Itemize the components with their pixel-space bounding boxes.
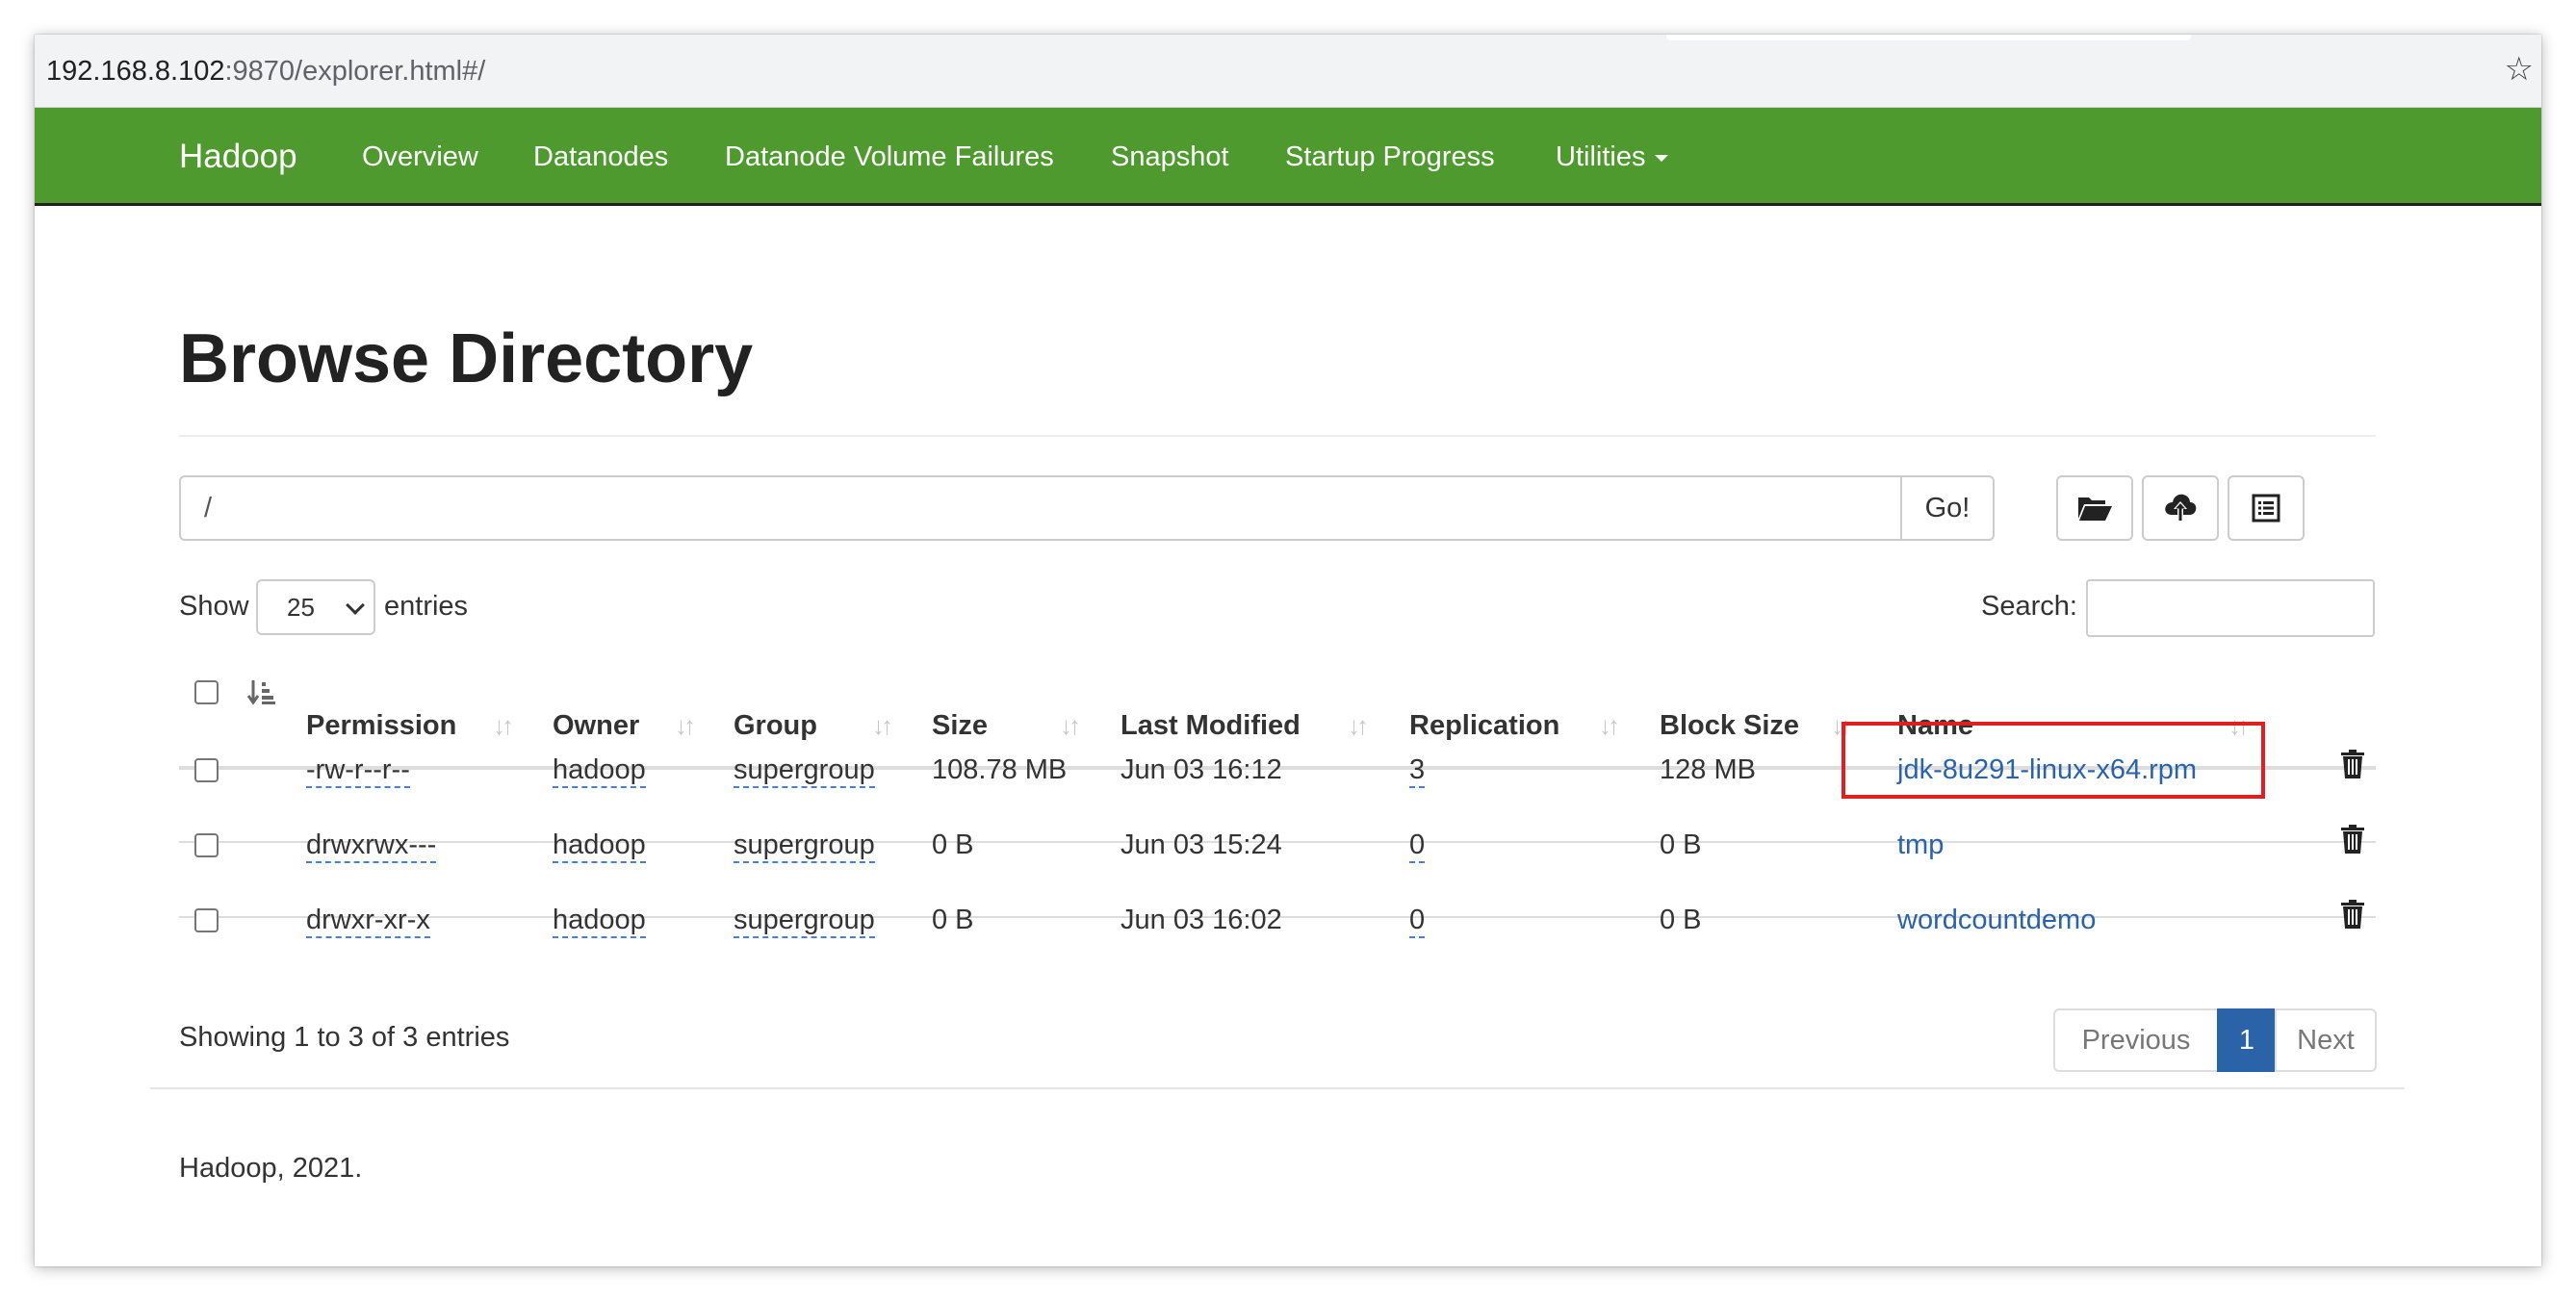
size-value: 0 B — [932, 829, 974, 860]
owner-value[interactable]: hadoop — [553, 829, 646, 863]
address-bar[interactable]: 192.168.8.102:9870/explorer.html#/ ☆ — [35, 35, 2541, 108]
col-size[interactable]: Size — [932, 708, 988, 743]
footer-divider — [150, 1087, 2405, 1089]
page-1-button[interactable]: 1 — [2217, 1008, 2277, 1072]
trash-icon[interactable] — [2340, 749, 2365, 779]
block-size-value: 0 B — [1660, 829, 1702, 860]
url-path: :9870/explorer.html#/ — [224, 56, 486, 87]
replication-value[interactable]: 0 — [1409, 905, 1426, 938]
nav-datanodes[interactable]: Datanodes — [533, 108, 668, 206]
cloud-upload-icon — [2165, 494, 2197, 521]
show-label: Show — [179, 591, 249, 622]
directory-name-link[interactable]: wordcountdemo — [1897, 903, 2096, 937]
modified-value: Jun 03 16:02 — [1121, 905, 1282, 935]
caret-down-icon — [1655, 154, 1669, 162]
directory-path-input[interactable]: / — [179, 475, 1902, 541]
nav-startup-progress[interactable]: Startup Progress — [1285, 108, 1495, 206]
owner-value[interactable]: hadoop — [553, 754, 646, 788]
highlight-box — [1842, 722, 2265, 799]
page-title: Browse Directory — [179, 320, 754, 397]
col-permission[interactable]: Permission — [306, 708, 456, 743]
nav-utilities-label: Utilities — [1556, 141, 1646, 172]
sort-icon[interactable]: ↓↑ — [1348, 708, 1369, 743]
nav-overview[interactable]: Overview — [362, 108, 478, 206]
row-checkbox[interactable] — [194, 908, 219, 932]
group-value[interactable]: supergroup — [734, 754, 875, 788]
directory-name-link[interactable]: tmp — [1897, 828, 1944, 862]
browser-window: 192.168.8.102:9870/explorer.html#/ ☆ Had… — [35, 35, 2541, 1266]
entries-select[interactable]: 25 — [256, 579, 375, 635]
col-block-size[interactable]: Block Size — [1660, 708, 1799, 743]
replication-value[interactable]: 3 — [1409, 754, 1426, 788]
cut-paste-button[interactable] — [2228, 475, 2305, 541]
group-value[interactable]: supergroup — [734, 905, 875, 938]
row-checkbox[interactable] — [194, 833, 219, 857]
group-value[interactable]: supergroup — [734, 829, 875, 863]
row-checkbox[interactable] — [194, 758, 219, 782]
block-size-value: 0 B — [1660, 905, 1702, 935]
upload-file-button[interactable] — [2142, 475, 2219, 541]
col-group[interactable]: Group — [734, 708, 817, 743]
col-last-modified[interactable]: Last Modified — [1121, 708, 1301, 743]
entries-select-value: 25 — [287, 593, 315, 622]
list-alt-icon — [2252, 494, 2280, 523]
bookmark-star-icon[interactable]: ☆ — [2505, 50, 2534, 89]
sort-icon[interactable]: ↓↑ — [872, 708, 893, 743]
modified-value: Jun 03 15:24 — [1121, 829, 1282, 860]
sort-amount-asc-icon[interactable] — [247, 677, 276, 708]
folder-open-icon — [2078, 497, 2112, 521]
owner-value[interactable]: hadoop — [553, 905, 646, 938]
permission-value[interactable]: drwxr-xr-x — [306, 905, 430, 938]
modified-value: Jun 03 16:12 — [1121, 754, 1282, 785]
divider — [179, 435, 2376, 437]
navbar-brand[interactable]: Hadoop — [179, 108, 297, 206]
create-directory-button[interactable] — [2056, 475, 2133, 541]
size-value: 108.78 MB — [932, 754, 1068, 785]
chevron-down-icon — [346, 596, 365, 615]
trash-icon[interactable] — [2340, 824, 2365, 855]
previous-page-button[interactable]: Previous — [2053, 1008, 2219, 1072]
next-page-button[interactable]: Next — [2275, 1008, 2377, 1072]
nav-snapshot[interactable]: Snapshot — [1111, 108, 1229, 206]
replication-value[interactable]: 0 — [1409, 829, 1426, 863]
nav-datanode-volume-failures[interactable]: Datanode Volume Failures — [725, 108, 1054, 206]
block-size-value: 128 MB — [1660, 754, 1756, 785]
select-all-checkbox[interactable] — [194, 680, 219, 704]
footer-text: Hadoop, 2021. — [179, 1153, 363, 1184]
entries-label: entries — [384, 591, 469, 622]
sort-icon[interactable]: ↓↑ — [1060, 708, 1081, 743]
sort-icon[interactable]: ↓↑ — [675, 708, 696, 743]
search-input[interactable] — [2086, 579, 2375, 637]
sort-icon[interactable]: ↓↑ — [493, 708, 514, 743]
go-button[interactable]: Go! — [1900, 475, 1995, 541]
permission-value[interactable]: -rw-r--r-- — [306, 754, 410, 788]
tab-strip-hint — [1666, 35, 2191, 40]
trash-icon[interactable] — [2340, 899, 2365, 930]
permission-value[interactable]: drwxrwx--- — [306, 829, 437, 863]
table-info: Showing 1 to 3 of 3 entries — [179, 1022, 510, 1053]
size-value: 0 B — [932, 905, 974, 935]
url-text[interactable]: 192.168.8.102:9870/explorer.html#/ — [46, 54, 485, 89]
nav-utilities-dropdown[interactable]: Utilities — [1556, 108, 1669, 206]
search-label: Search: — [1981, 591, 2077, 622]
url-host: 192.168.8.102 — [46, 56, 225, 87]
sort-icon[interactable]: ↓↑ — [1599, 708, 1620, 743]
col-replication[interactable]: Replication — [1409, 708, 1559, 743]
col-owner[interactable]: Owner — [553, 708, 639, 743]
top-navbar: Hadoop Overview Datanodes Datanode Volum… — [35, 108, 2541, 206]
